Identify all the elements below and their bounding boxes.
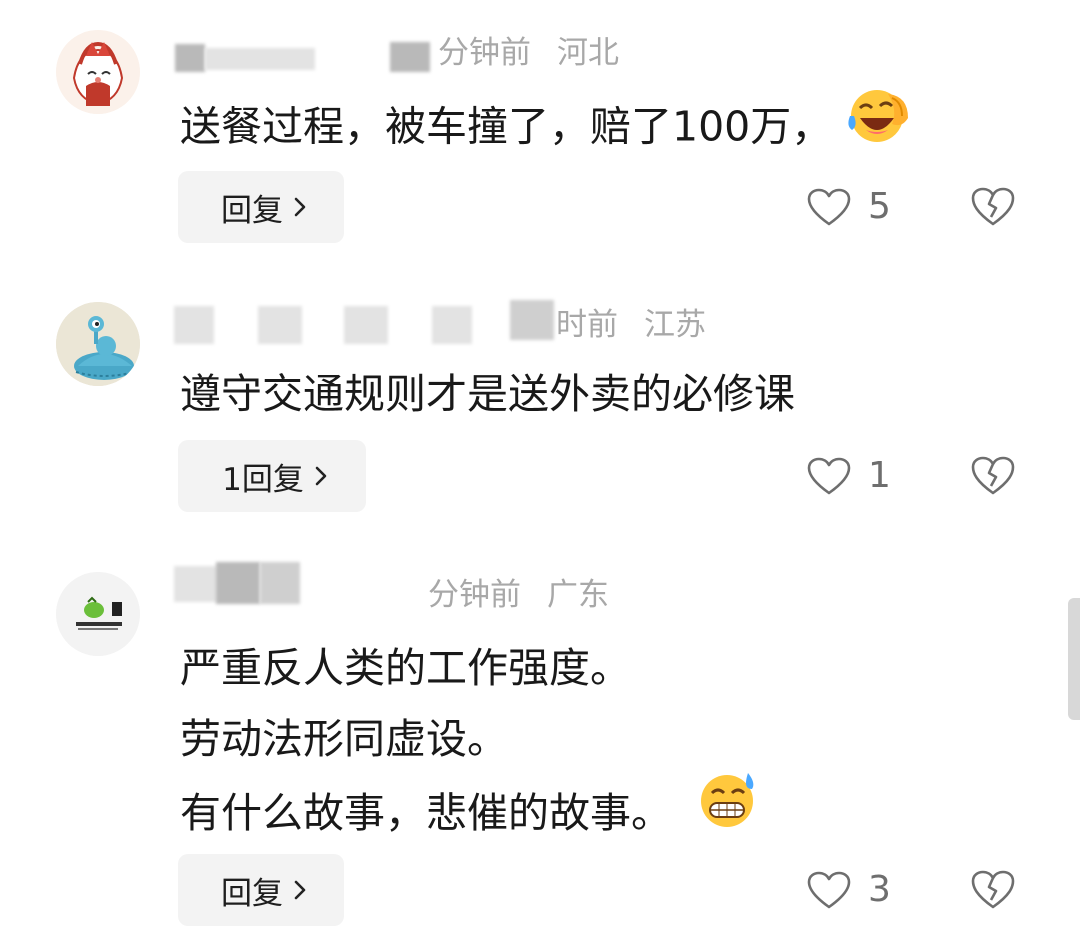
comment-text-line: 送餐过程，被车撞了，赔了100万， [180, 102, 833, 151]
username-blurred [205, 48, 315, 70]
comment-text-line: 劳动法形同虚设。 [180, 715, 508, 763]
comment-meta: 分钟前 广东 [428, 580, 609, 611]
comment-time: 分钟前 [438, 35, 531, 71]
username-blurred [260, 562, 300, 604]
username-blurred [174, 306, 214, 344]
username-blurred [432, 306, 472, 344]
username-blurred [216, 562, 260, 604]
avatar-image [56, 572, 140, 656]
broken-heart-icon[interactable] [970, 869, 1016, 911]
heart-outline-icon [807, 188, 851, 225]
username-blurred [510, 300, 554, 340]
username-blurred [174, 566, 218, 602]
grinning-face-with-sweat-icon [694, 769, 762, 851]
comment-time: 分钟前 [428, 577, 521, 613]
username-blurred [344, 306, 388, 344]
comment-meta: 时前 江苏 [556, 310, 706, 341]
chevron-right-icon [315, 466, 327, 486]
like-button[interactable]: 3 [806, 869, 891, 910]
broken-heart-icon[interactable] [970, 186, 1016, 228]
avatar[interactable] [56, 572, 140, 656]
scrollbar[interactable] [1068, 598, 1080, 720]
comment-location: 江苏 [644, 307, 706, 343]
reply-button[interactable]: 1回复 [178, 440, 366, 512]
like-button[interactable]: 1 [806, 455, 891, 496]
comment-text: 遵守交通规则才是送外卖的必修课 [180, 363, 795, 425]
username-blurred [258, 306, 302, 344]
avatar[interactable] [56, 302, 140, 386]
comment-time: 时前 [556, 307, 618, 343]
reply-button[interactable]: 回复 [178, 854, 344, 926]
comment-text: 送餐过程，被车撞了，赔了100万， [180, 90, 912, 167]
like-button[interactable]: 5 [806, 186, 891, 227]
heart-outline-icon [807, 871, 851, 908]
avatar[interactable] [56, 30, 140, 114]
face-with-tears-of-joy-icon [846, 86, 912, 161]
heart-outline-icon [807, 457, 851, 494]
avatar-image [56, 30, 140, 114]
like-count: 1 [868, 455, 891, 496]
reply-button-label: 回复 [221, 192, 283, 229]
avatar-image [56, 302, 140, 386]
like-count: 3 [868, 869, 891, 910]
username-blurred [175, 44, 205, 72]
chevron-right-icon [294, 880, 306, 900]
comment-location: 广东 [547, 577, 609, 613]
reply-button[interactable]: 回复 [178, 171, 344, 243]
comment-meta: 分钟前 河北 [438, 38, 619, 69]
broken-heart-icon[interactable] [970, 455, 1016, 497]
comment-text-line-content: 有什么故事，悲催的故事。 [180, 789, 672, 837]
reply-button-label: 1回复 [222, 461, 304, 498]
comment-text-line: 有什么故事，悲催的故事。 [180, 773, 762, 857]
comment-text-line: 遵守交通规则才是送外卖的必修课 [180, 370, 795, 418]
username-blurred [390, 42, 430, 72]
like-count: 5 [868, 186, 891, 227]
comment-text-line: 严重反人类的工作强度。 [180, 644, 631, 692]
comment-text: 严重反人类的工作强度。 劳动法形同虚设。 有什么故事，悲催的故事。 [180, 633, 762, 857]
chevron-right-icon [294, 197, 306, 217]
reply-button-label: 回复 [221, 875, 283, 912]
comment-location: 河北 [557, 35, 619, 71]
